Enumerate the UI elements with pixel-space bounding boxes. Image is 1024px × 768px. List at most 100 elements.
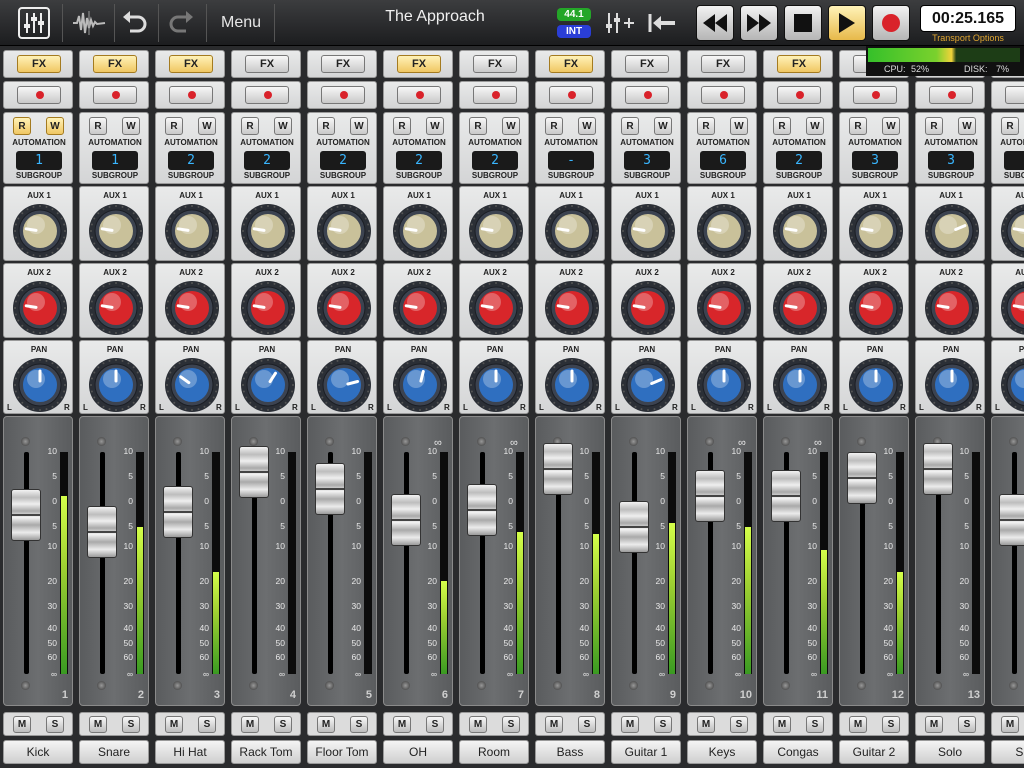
record-arm-button[interactable]: [1005, 86, 1024, 104]
subgroup-display[interactable]: 2: [244, 151, 290, 170]
aux2-knob[interactable]: [240, 280, 296, 336]
record-arm-button[interactable]: [169, 86, 213, 104]
volume-fader[interactable]: [695, 470, 725, 522]
aux1-knob[interactable]: [240, 203, 296, 259]
volume-fader[interactable]: [923, 443, 953, 495]
channel-name[interactable]: OH: [383, 740, 453, 764]
channel-name[interactable]: Room: [459, 740, 529, 764]
volume-fader[interactable]: [315, 463, 345, 515]
return-to-start-icon[interactable]: [644, 3, 680, 43]
automation-write-button[interactable]: W: [198, 117, 216, 135]
fx-button[interactable]: FX: [321, 55, 365, 73]
automation-write-button[interactable]: W: [274, 117, 292, 135]
automation-write-button[interactable]: W: [578, 117, 596, 135]
record-button[interactable]: [872, 5, 910, 41]
automation-write-button[interactable]: W: [806, 117, 824, 135]
mute-button[interactable]: M: [89, 716, 107, 733]
volume-fader[interactable]: [847, 452, 877, 504]
aux2-knob[interactable]: [468, 280, 524, 336]
record-arm-button[interactable]: [777, 86, 821, 104]
automation-read-button[interactable]: R: [545, 117, 563, 135]
automation-write-button[interactable]: W: [350, 117, 368, 135]
fx-button[interactable]: FX: [397, 55, 441, 73]
waveform-view-icon[interactable]: [68, 3, 110, 43]
subgroup-display[interactable]: 3: [928, 151, 974, 170]
solo-button[interactable]: S: [654, 716, 672, 733]
fx-button[interactable]: FX: [93, 55, 137, 73]
record-arm-button[interactable]: [245, 86, 289, 104]
aux2-knob[interactable]: [924, 280, 980, 336]
pan-knob[interactable]: [696, 357, 752, 413]
pan-knob[interactable]: [848, 357, 904, 413]
mute-button[interactable]: M: [773, 716, 791, 733]
volume-fader[interactable]: [87, 506, 117, 558]
mute-button[interactable]: M: [241, 716, 259, 733]
menu-button[interactable]: Menu: [210, 3, 272, 43]
fx-button[interactable]: FX: [169, 55, 213, 73]
record-arm-button[interactable]: [701, 86, 745, 104]
automation-read-button[interactable]: R: [469, 117, 487, 135]
subgroup-display[interactable]: 3: [852, 151, 898, 170]
transport-options-button[interactable]: Transport Options: [920, 33, 1016, 43]
automation-write-button[interactable]: W: [122, 117, 140, 135]
subgroup-display[interactable]: -: [548, 151, 594, 170]
record-arm-button[interactable]: [929, 86, 973, 104]
volume-fader[interactable]: [239, 446, 269, 498]
volume-fader[interactable]: [11, 489, 41, 541]
mute-button[interactable]: M: [165, 716, 183, 733]
automation-read-button[interactable]: R: [925, 117, 943, 135]
automation-write-button[interactable]: W: [426, 117, 444, 135]
automation-write-button[interactable]: W: [46, 117, 64, 135]
mixer-view-icon[interactable]: [14, 3, 54, 43]
aux1-knob[interactable]: [392, 203, 448, 259]
aux1-knob[interactable]: [544, 203, 600, 259]
solo-button[interactable]: S: [730, 716, 748, 733]
volume-fader[interactable]: [467, 484, 497, 536]
solo-button[interactable]: S: [198, 716, 216, 733]
aux2-knob[interactable]: [1000, 280, 1024, 336]
solo-button[interactable]: S: [958, 716, 976, 733]
automation-read-button[interactable]: R: [697, 117, 715, 135]
aux2-knob[interactable]: [12, 280, 68, 336]
fx-button[interactable]: FX: [473, 55, 517, 73]
subgroup-display[interactable]: 3: [624, 151, 670, 170]
aux2-knob[interactable]: [392, 280, 448, 336]
channel-name[interactable]: Hi Hat: [155, 740, 225, 764]
subgroup-display[interactable]: 1: [92, 151, 138, 170]
aux1-knob[interactable]: [772, 203, 828, 259]
add-track-icon[interactable]: [600, 3, 640, 43]
stop-button[interactable]: [784, 5, 822, 41]
subgroup-display[interactable]: 2: [168, 151, 214, 170]
aux1-knob[interactable]: [12, 203, 68, 259]
pan-knob[interactable]: [620, 357, 676, 413]
solo-button[interactable]: S: [502, 716, 520, 733]
pan-knob[interactable]: [772, 357, 828, 413]
fx-button[interactable]: FX: [625, 55, 669, 73]
automation-write-button[interactable]: W: [654, 117, 672, 135]
channel-name[interactable]: Kick: [3, 740, 73, 764]
subgroup-display[interactable]: 2: [472, 151, 518, 170]
mute-button[interactable]: M: [317, 716, 335, 733]
mute-button[interactable]: M: [621, 716, 639, 733]
record-arm-button[interactable]: [397, 86, 441, 104]
aux2-knob[interactable]: [88, 280, 144, 336]
pan-knob[interactable]: [316, 357, 372, 413]
fx-button[interactable]: FX: [17, 55, 61, 73]
mute-button[interactable]: M: [925, 716, 943, 733]
automation-write-button[interactable]: W: [502, 117, 520, 135]
record-arm-button[interactable]: [853, 86, 897, 104]
undo-icon[interactable]: [118, 3, 152, 43]
fx-button[interactable]: FX: [701, 55, 745, 73]
mute-button[interactable]: M: [697, 716, 715, 733]
solo-button[interactable]: S: [578, 716, 596, 733]
solo-button[interactable]: S: [46, 716, 64, 733]
automation-read-button[interactable]: R: [621, 117, 639, 135]
redo-icon[interactable]: [164, 3, 198, 43]
aux2-knob[interactable]: [848, 280, 904, 336]
pan-knob[interactable]: [240, 357, 296, 413]
channel-name[interactable]: Solo: [915, 740, 985, 764]
solo-button[interactable]: S: [882, 716, 900, 733]
automation-write-button[interactable]: W: [958, 117, 976, 135]
volume-fader[interactable]: [391, 494, 421, 546]
record-arm-button[interactable]: [625, 86, 669, 104]
